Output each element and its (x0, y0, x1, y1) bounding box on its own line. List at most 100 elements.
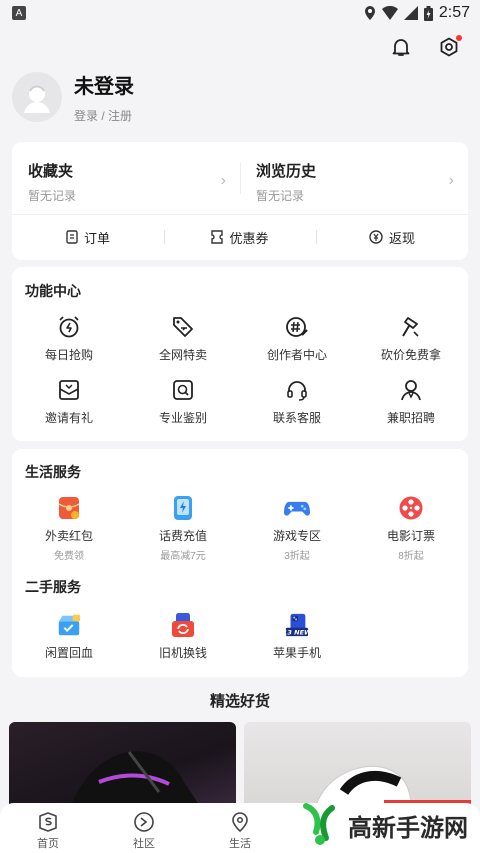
nav-home[interactable]: 首页 (0, 803, 96, 853)
hashtag-pen-icon (284, 314, 310, 340)
movie-tickets-sub: 8折起 (398, 551, 424, 562)
sneaker-image (69, 751, 204, 812)
nav-community[interactable]: 社区 (96, 803, 192, 853)
coupons-label: 优惠券 (229, 230, 269, 246)
phone-recharge-sub: 最高减7元 (160, 551, 206, 562)
settings-hexagon-icon[interactable] (436, 34, 462, 60)
profile-header[interactable]: 未登录 登录 / 注册 (12, 70, 134, 124)
movie-tickets-label: 电影订票 (386, 529, 435, 543)
coupon-icon (211, 230, 224, 244)
takeout-red-envelope-label: 外卖红包 (44, 529, 93, 543)
orders-link[interactable]: 订单 (12, 214, 164, 260)
magnifier-icon (170, 377, 196, 403)
history-entry[interactable]: 浏览历史 暂无记录 › (240, 142, 468, 214)
daily-flash-sale-item[interactable]: 每日抢购 (12, 314, 126, 363)
idle-recycle-label: 闲置回血 (44, 646, 93, 660)
invite-gift-item[interactable]: 邀请有礼 (12, 377, 126, 426)
records-card: 收藏夹 暂无记录 › 浏览历史 暂无记录 › 订单 优惠券 返现 (12, 142, 468, 260)
life-services-title: 生活服务 (25, 464, 81, 480)
game-zone-item[interactable]: 游戏专区 3折起 (240, 495, 354, 562)
authentication-label: 专业鉴别 (158, 411, 207, 425)
alarm-clock-icon (56, 314, 82, 340)
history-title: 浏览历史 (256, 163, 317, 180)
location-icon (364, 6, 375, 20)
customer-service-item[interactable]: 联系客服 (240, 377, 354, 426)
watermark-text: 高新手游网 (348, 814, 468, 842)
login-register-link[interactable]: 登录 / 注册 (74, 107, 134, 124)
product-card[interactable] (9, 722, 236, 812)
phone-recharge-label: 话费充值 (158, 529, 207, 543)
iphone-badge: 13 NEW (284, 628, 310, 636)
nav-home-label: 首页 (37, 838, 59, 850)
game-zone-sub: 3折起 (284, 551, 310, 562)
bargain-free-item[interactable]: 砍价免费拿 (354, 314, 468, 363)
yen-coin-icon (369, 230, 383, 244)
nav-life-label: 生活 (229, 838, 251, 850)
profile-name: 未登录 (74, 76, 134, 98)
document-icon (66, 230, 78, 244)
status-bar: A 2:57 (0, 0, 480, 26)
location-pin-icon (232, 812, 248, 833)
old-phone-exchange-label: 旧机换钱 (158, 646, 207, 660)
axe-icon (398, 314, 424, 340)
chevron-right-icon: › (220, 172, 226, 189)
nav-life[interactable]: 生活 (192, 803, 288, 853)
phone-recharge-item[interactable]: 话费充值 最高减7元 (126, 495, 240, 562)
invite-gift-label: 邀请有礼 (44, 411, 93, 425)
idle-recycle-item[interactable]: 闲置回血 (12, 612, 126, 661)
film-reel-icon (398, 495, 424, 521)
special-sale-item[interactable]: 全网特卖 (126, 314, 240, 363)
cashback-link[interactable]: 返现 (316, 214, 468, 260)
feature-center-title: 功能中心 (25, 283, 81, 299)
watermark-logo-icon (303, 803, 335, 845)
avatar[interactable] (12, 72, 62, 122)
feature-center-card: 功能中心 每日抢购 全网特卖 创作者中心 砍价免费拿 邀请有礼 专业鉴别 联系客… (12, 267, 468, 441)
gamepad-icon (284, 495, 310, 521)
chevron-right-icon: › (448, 172, 454, 189)
favorites-sub: 暂无记录 (28, 189, 77, 203)
part-time-jobs-label: 兼职招聘 (386, 411, 435, 425)
nav-community-label: 社区 (133, 838, 155, 850)
price-tag-icon (170, 314, 196, 340)
bargain-free-label: 砍价免费拿 (380, 348, 441, 362)
movie-tickets-item[interactable]: 电影订票 8折起 (354, 495, 468, 562)
favorites-title: 收藏夹 (28, 163, 74, 180)
part-time-jobs-item[interactable]: 兼职招聘 (354, 377, 468, 426)
creator-center-item[interactable]: 创作者中心 (240, 314, 354, 363)
authentication-item[interactable]: 专业鉴别 (126, 377, 240, 426)
person-icon (398, 377, 424, 403)
apple-phone-label: 苹果手机 (272, 646, 321, 660)
special-sale-label: 全网特卖 (158, 348, 207, 362)
customer-service-label: 联系客服 (272, 411, 321, 425)
secondhand-title: 二手服务 (25, 579, 81, 595)
gift-envelope-icon (56, 377, 82, 403)
phone-bolt-icon (170, 495, 196, 521)
game-zone-label: 游戏专区 (272, 529, 321, 543)
old-phone-exchange-item[interactable]: 旧机换钱 (126, 612, 240, 661)
apple-phone-item[interactable]: 13 NEW 苹果手机 (240, 612, 354, 661)
community-compass-icon (134, 812, 154, 832)
notification-dot (456, 35, 462, 41)
wifi-icon (381, 6, 398, 20)
favorites-entry[interactable]: 收藏夹 暂无记录 › (12, 142, 240, 214)
coupons-link[interactable]: 优惠券 (164, 214, 316, 260)
featured-goods-title: 精选好货 (209, 693, 270, 710)
cashback-label: 返现 (388, 230, 415, 246)
takeout-red-envelope-item[interactable]: 外卖红包 免费领 (12, 495, 126, 562)
watermark: 高新手游网 (298, 802, 468, 848)
product-card[interactable] (244, 722, 471, 812)
home-s-icon (39, 812, 57, 832)
red-envelope-icon (56, 495, 82, 521)
phone-exchange-icon (170, 612, 196, 638)
life-services-card: 生活服务 外卖红包 免费领 话费充值 最高减7元 游戏专区 3折起 电影订票 8… (12, 449, 468, 677)
sneaker-image (313, 765, 471, 812)
headset-icon (284, 377, 310, 403)
daily-flash-sale-label: 每日抢购 (44, 348, 93, 362)
battery-icon (423, 5, 433, 21)
recycle-box-icon (56, 612, 82, 638)
signal-icon (403, 6, 418, 20)
orders-label: 订单 (83, 230, 110, 246)
creator-center-label: 创作者中心 (266, 348, 327, 362)
bell-icon[interactable] (388, 34, 414, 60)
history-sub: 暂无记录 (256, 189, 305, 203)
